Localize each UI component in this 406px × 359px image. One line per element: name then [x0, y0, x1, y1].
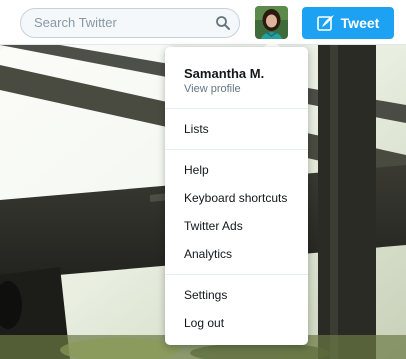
- tweet-button[interactable]: Tweet: [302, 7, 394, 39]
- search-box[interactable]: Search Twitter: [20, 8, 240, 38]
- menu-item-twitter-ads[interactable]: Twitter Ads: [184, 219, 243, 233]
- avatar[interactable]: [255, 6, 288, 39]
- view-profile-link[interactable]: View profile: [184, 83, 241, 95]
- menu-item-keyboard-shortcuts[interactable]: Keyboard shortcuts: [184, 191, 287, 205]
- search-input[interactable]: Search Twitter: [34, 9, 117, 37]
- top-bar: Search Twitter Tweet: [0, 0, 406, 45]
- menu-item-log-out[interactable]: Log out: [184, 316, 224, 330]
- menu-divider: [165, 274, 308, 275]
- search-icon[interactable]: [215, 15, 231, 31]
- menu-item-settings[interactable]: Settings: [184, 288, 227, 302]
- menu-divider: [165, 108, 308, 109]
- menu-item-analytics[interactable]: Analytics: [184, 247, 232, 261]
- profile-dropdown-menu: Samantha M. View profile Lists Help Keyb…: [165, 47, 308, 345]
- menu-item-lists[interactable]: Lists: [184, 122, 209, 136]
- menu-divider: [165, 149, 308, 150]
- quill-icon: [316, 14, 335, 32]
- tweet-label: Tweet: [340, 15, 380, 31]
- profile-name[interactable]: Samantha M.: [184, 66, 264, 81]
- menu-item-help[interactable]: Help: [184, 163, 209, 177]
